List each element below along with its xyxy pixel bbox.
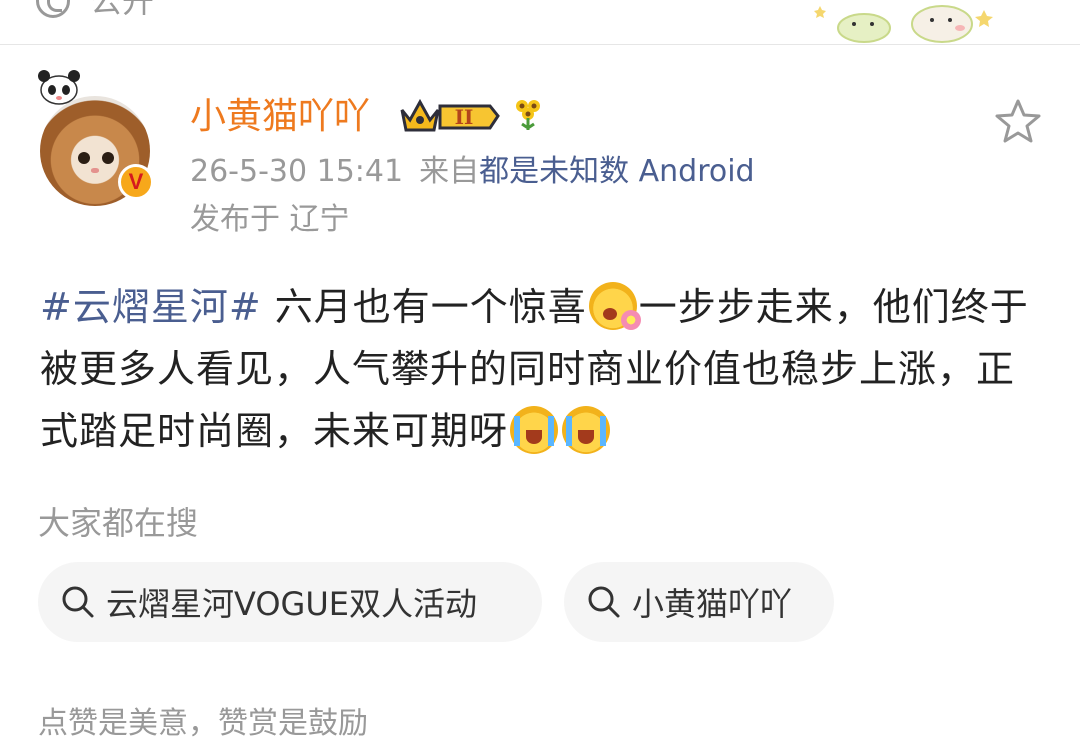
search-chip-label: 云熠星河VOGUE双人活动 xyxy=(106,585,477,623)
search-chip[interactable]: 小黄猫吖吖 xyxy=(564,562,834,642)
search-icon xyxy=(62,586,94,618)
visibility-label: 公开 xyxy=(90,0,155,20)
search-chip-label: 小黄猫吖吖 xyxy=(632,585,793,623)
source-prefix: 来自 xyxy=(419,154,480,189)
level-badge-text: II xyxy=(455,105,474,129)
sunflower-icon xyxy=(516,100,540,130)
cry-emoji-icon xyxy=(562,406,611,454)
cat-eye xyxy=(102,152,114,164)
cat-eye xyxy=(78,152,90,164)
author-username[interactable]: 小黄猫吖吖 xyxy=(190,94,370,140)
post-time: 26-5-30 15:41 xyxy=(190,154,404,189)
hashtag-link[interactable]: #云熠星河# xyxy=(40,285,262,329)
cry-emoji-icon xyxy=(510,406,559,454)
search-icon xyxy=(588,586,620,618)
crown-level-badge-icon[interactable]: II xyxy=(398,96,502,136)
reward-hint: 点赞是美意，赞赏是鼓励 xyxy=(38,706,368,741)
search-chip[interactable]: 云熠星河VOGUE双人活动 xyxy=(38,562,542,642)
post-location: 发布于 辽宁 xyxy=(190,202,350,237)
post-content: #云熠星河# 六月也有一个惊喜 一步步走来，他们终于被更多人看见，人气攀升的同时商… xyxy=(40,276,1050,462)
verified-badge-icon: V xyxy=(118,164,154,200)
search-heading: 大家都在搜 xyxy=(38,504,199,542)
panda-sticker-icon xyxy=(38,70,80,105)
decoration-sticker-icon xyxy=(814,5,993,43)
top-divider xyxy=(0,44,1080,45)
globe-icon xyxy=(36,0,70,18)
post-text: 六月也有一个惊喜 xyxy=(261,285,587,329)
favorite-star-icon[interactable] xyxy=(994,98,1042,144)
source-link[interactable]: 都是未知数 Android xyxy=(479,154,755,189)
top-bar: 公开 xyxy=(0,0,1080,44)
surprise-emoji-icon xyxy=(588,282,641,330)
cat-nose xyxy=(91,168,99,173)
post-meta: 26-5-30 15:41 来自都是未知数 Android xyxy=(190,152,755,192)
